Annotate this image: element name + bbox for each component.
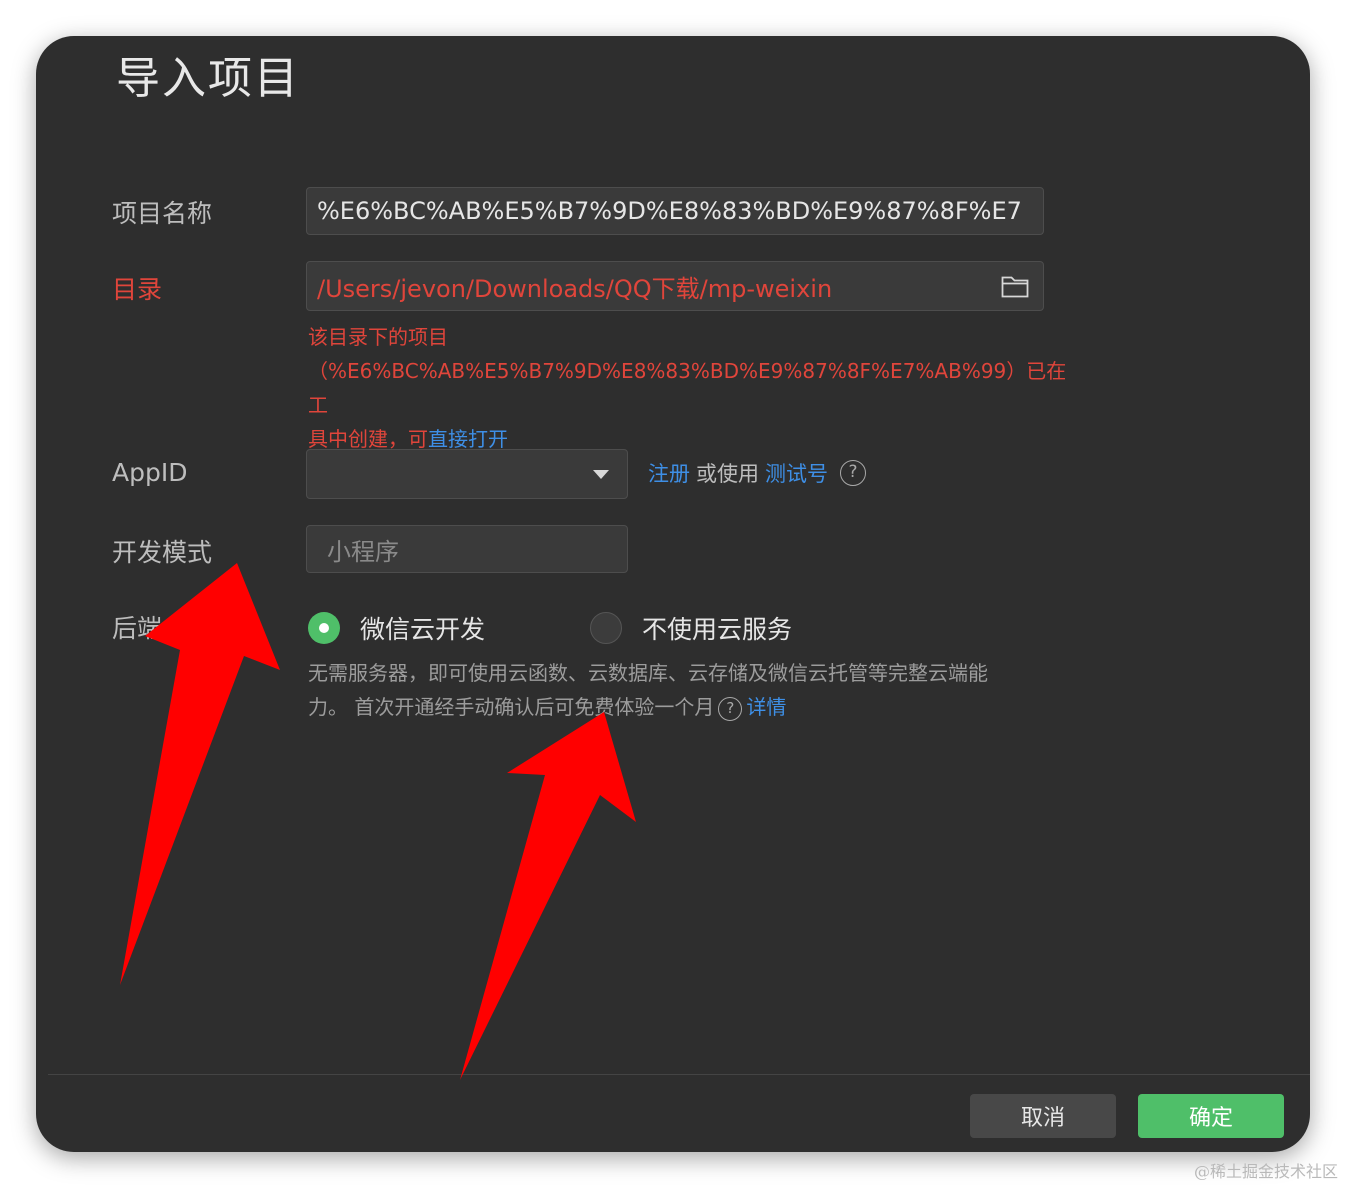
chevron-down-icon[interactable] [593, 470, 609, 479]
footer-divider [48, 1074, 1310, 1075]
directory-input[interactable]: /Users/jevon/Downloads/QQ下载/mp-weixin [306, 261, 1044, 311]
directory-error-message: 该目录下的项目 （%E6%BC%AB%E5%B7%9D%E8%83%BD%E9%… [308, 320, 1068, 456]
project-name-label: 项目名称 [112, 199, 213, 228]
cancel-button[interactable]: 取消 [970, 1094, 1116, 1138]
error-line-1: 该目录下的项目 [308, 325, 448, 349]
dev-mode-label: 开发模式 [112, 538, 213, 567]
desc-line-2: 力。 首次开通经手动确认后可免费体验一个月? 详情 [308, 690, 1068, 724]
appid-select[interactable] [306, 449, 628, 499]
details-link[interactable]: 详情 [746, 695, 786, 719]
import-project-dialog: 导入项目 项目名称 %E6%BC%AB%E5%B7%9D%E8%83%BD%E9… [36, 36, 1310, 1152]
radio-no-cloud[interactable]: 不使用云服务 [590, 610, 792, 646]
desc-line-2-text: 力。 首次开通经手动确认后可免费体验一个月 [308, 695, 715, 719]
open-directly-link[interactable]: 直接打开 [428, 427, 508, 451]
error-line-2: （%E6%BC%AB%E5%B7%9D%E8%83%BD%E9%87%8F%E7… [308, 359, 1067, 417]
dev-mode-value: 小程序 [327, 537, 399, 566]
radio-unselected-icon[interactable] [590, 612, 622, 644]
radio-wechat-cloud-label: 微信云开发 [360, 615, 486, 644]
dev-mode-field: 小程序 [306, 525, 628, 573]
backend-description: 无需服务器，即可使用云函数、云数据库、云存储及微信云托管等完整云端能 力。 首次… [308, 656, 1068, 724]
directory-value: /Users/jevon/Downloads/QQ下载/mp-weixin [317, 274, 833, 303]
watermark: @稀土掘金技术社区 [1193, 1162, 1338, 1181]
directory-label: 目录 [112, 275, 163, 304]
question-circle-icon[interactable]: ? [840, 460, 866, 486]
dialog-title: 导入项目 [116, 53, 300, 104]
register-link[interactable]: 注册 [648, 458, 690, 488]
test-account-link[interactable]: 测试号 [765, 458, 828, 488]
radio-wechat-cloud[interactable]: 微信云开发 [308, 610, 485, 646]
appid-links: 注册 或使用 测试号 ? [648, 458, 866, 488]
radio-no-cloud-label: 不使用云服务 [642, 615, 793, 644]
project-name-value: %E6%BC%AB%E5%B7%9D%E8%83%BD%E9%87%8F%E7 [317, 197, 1022, 225]
desc-line-1: 无需服务器，即可使用云函数、云数据库、云存储及微信云托管等完整云端能 [308, 661, 988, 685]
error-line-3-text: 具中创建，可 [308, 427, 428, 451]
appid-label: AppID [112, 458, 188, 487]
question-circle-icon[interactable]: ? [718, 696, 743, 721]
backend-label: 后端 [112, 614, 163, 643]
project-name-input[interactable]: %E6%BC%AB%E5%B7%9D%E8%83%BD%E9%87%8F%E7 [306, 187, 1044, 235]
confirm-button[interactable]: 确定 [1138, 1094, 1284, 1138]
or-use-text: 或使用 [696, 462, 759, 486]
folder-icon[interactable] [1001, 274, 1029, 298]
radio-selected-icon[interactable] [308, 612, 340, 644]
